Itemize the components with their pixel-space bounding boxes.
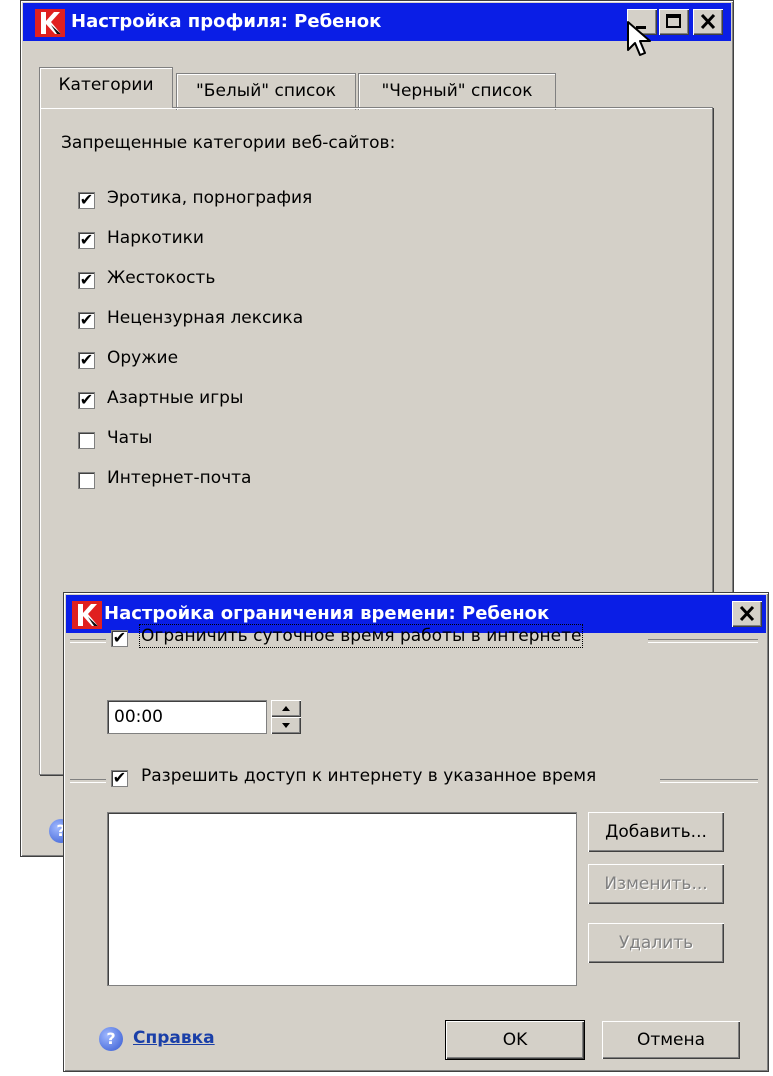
tab-categories-label: Категории: [58, 75, 154, 95]
category-label: Нецензурная лексика: [107, 308, 304, 328]
category-label: Эротика, порнография: [107, 188, 313, 208]
edit-button[interactable]: Изменить...: [588, 864, 724, 904]
limit-daily-label[interactable]: Ограничить суточное время работы в интер…: [138, 624, 584, 648]
category-label: Азартные игры: [107, 388, 244, 408]
tab-whitelist-label: "Белый" список: [195, 81, 337, 101]
category-checkbox[interactable]: ✔: [78, 232, 95, 249]
group-divider: [648, 639, 758, 643]
close-button[interactable]: [732, 601, 762, 627]
section-label: Запрещенные категории веб-сайтов:: [61, 133, 396, 153]
help-link[interactable]: Справка: [133, 1028, 215, 1048]
category-label: Оружие: [107, 348, 179, 368]
profile-window-title: Настройка профиля: Ребенок: [71, 11, 382, 32]
category-label: Интернет-почта: [107, 468, 252, 488]
tab-categories[interactable]: Категории: [39, 67, 173, 108]
allow-access-label[interactable]: Разрешить доступ к интернету в указанное…: [141, 766, 596, 786]
tab-blacklist[interactable]: "Черный" список: [358, 73, 556, 110]
close-icon: [739, 605, 755, 622]
time-window: Настройка ограничения времени: Ребенок ✔…: [63, 592, 769, 1072]
add-button[interactable]: Добавить...: [588, 812, 724, 852]
category-checkbox[interactable]: ✔: [78, 312, 95, 329]
tab-whitelist[interactable]: "Белый" список: [176, 73, 356, 110]
category-label: Жестокость: [107, 268, 216, 288]
close-icon: [700, 13, 716, 30]
kaspersky-logo-icon: [35, 9, 65, 37]
category-checkbox[interactable]: ✔: [78, 272, 95, 289]
time-spin-up-button[interactable]: [271, 700, 301, 717]
help-icon[interactable]: ?: [99, 1027, 123, 1051]
cancel-button[interactable]: Отмена: [602, 1021, 740, 1059]
arrow-up-icon: [282, 706, 290, 711]
maximize-button[interactable]: [659, 9, 689, 35]
category-label: Чаты: [107, 428, 153, 448]
category-checkbox[interactable]: ✔: [78, 192, 95, 209]
delete-button[interactable]: Удалить: [588, 923, 724, 963]
ok-button[interactable]: OK: [445, 1020, 585, 1060]
time-spin-down-button[interactable]: [271, 717, 301, 734]
time-input[interactable]: 00:00: [107, 700, 267, 734]
profile-titlebar[interactable]: Настройка профиля: Ребенок: [23, 3, 731, 41]
allow-access-checkbox[interactable]: ✔: [111, 770, 128, 787]
tab-blacklist-label: "Черный" список: [381, 81, 533, 101]
ok-button-label: OK: [502, 1030, 528, 1050]
time-intervals-list[interactable]: [107, 812, 577, 986]
arrow-down-icon: [282, 723, 290, 728]
edit-button-label: Изменить...: [604, 874, 708, 894]
add-button-label: Добавить...: [605, 822, 707, 842]
category-checkbox[interactable]: ✔: [78, 392, 95, 409]
category-checkbox[interactable]: [78, 432, 95, 449]
delete-button-label: Удалить: [618, 933, 694, 953]
close-button[interactable]: [693, 9, 723, 35]
mouse-cursor-icon: [627, 21, 651, 56]
kaspersky-logo-icon: [72, 601, 102, 629]
category-label: Наркотики: [107, 228, 204, 248]
group-divider: [660, 779, 758, 783]
time-window-title: Настройка ограничения времени: Ребенок: [104, 603, 550, 624]
cancel-button-label: Отмена: [636, 1030, 706, 1050]
group-divider: [70, 639, 106, 643]
category-checkbox[interactable]: ✔: [78, 352, 95, 369]
group-divider: [70, 779, 106, 783]
time-input-value: 00:00: [114, 707, 163, 727]
maximize-icon: [666, 14, 681, 28]
category-checkbox[interactable]: [78, 472, 95, 489]
limit-daily-checkbox[interactable]: ✔: [111, 630, 128, 647]
